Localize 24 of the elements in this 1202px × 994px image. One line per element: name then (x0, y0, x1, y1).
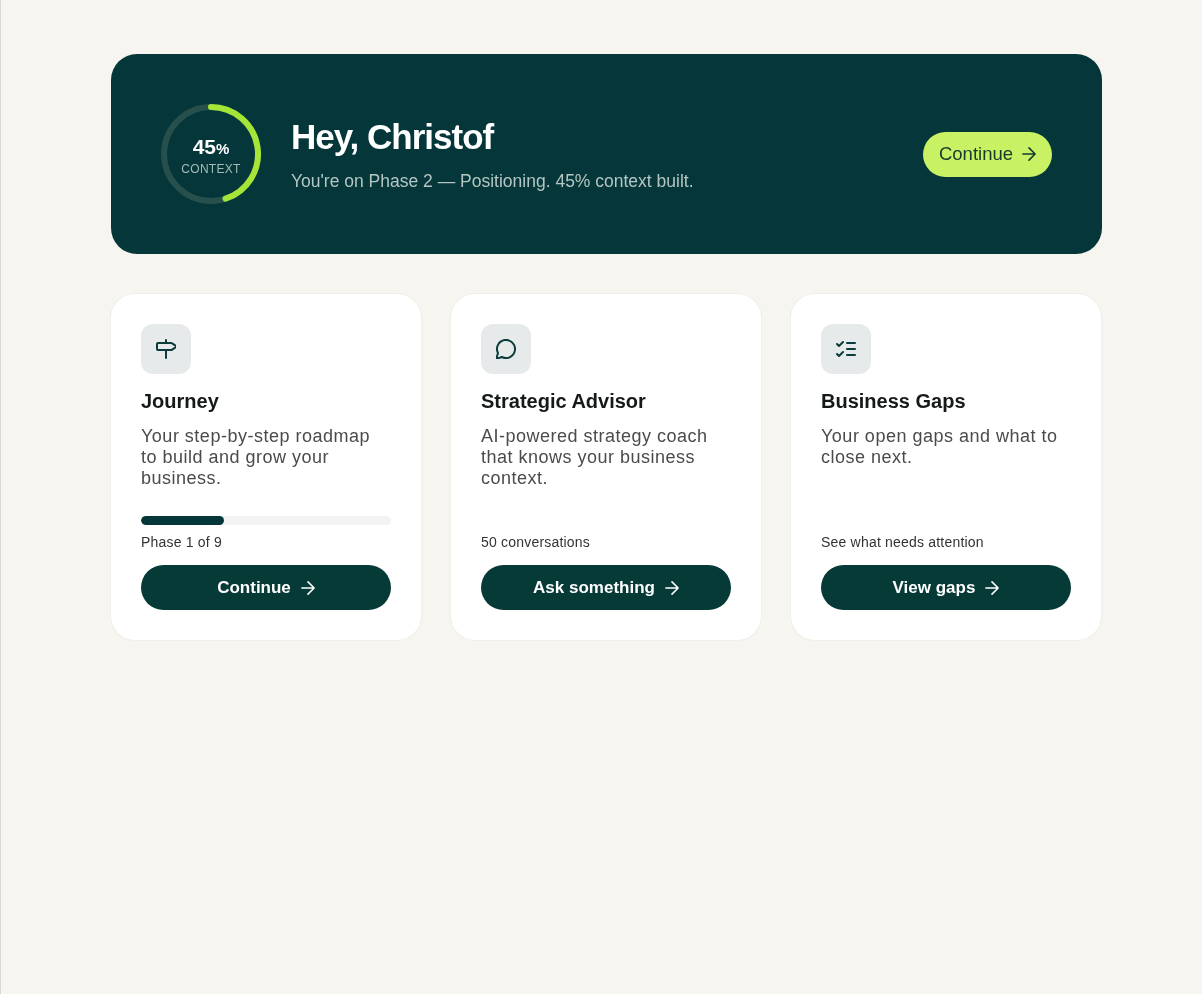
card-description: AI-powered strategy coach that knows your business context. (481, 426, 709, 489)
card-description: Your step-by-step roadmap to build and grow your business. (141, 426, 371, 489)
greeting-subtitle: You're on Phase 2 — Positioning. 45% context built. (291, 169, 695, 192)
arrow-right-icon (1022, 147, 1036, 161)
ring-label: CONTEXT (181, 161, 241, 176)
card-action-button[interactable]: View gaps (821, 565, 1071, 610)
arrow-right-icon (664, 580, 679, 595)
card-title: Journey (141, 390, 220, 412)
card-title: Strategic Advisor (481, 390, 647, 412)
card-meta: See what needs attention (821, 534, 985, 550)
card-action-button[interactable]: Continue (141, 565, 391, 610)
checklist-icon (821, 324, 871, 374)
greeting-title: Hey, Christof (291, 116, 496, 157)
card-meta: Phase 1 of 9 (141, 534, 223, 550)
card-title: Business Gaps (821, 390, 967, 412)
card-action-button[interactable]: Ask something (481, 565, 731, 610)
card-description: Your open gaps and what to close next. (821, 426, 1059, 468)
card-meta: 50 conversations (481, 534, 592, 550)
continue-button[interactable]: Continue (922, 131, 1052, 177)
ring-percentage: 45% (192, 134, 230, 160)
arrow-right-icon (300, 580, 315, 595)
signpost-icon (141, 324, 191, 374)
chat-bubble-icon (481, 324, 531, 374)
arrow-right-icon (985, 580, 1000, 595)
